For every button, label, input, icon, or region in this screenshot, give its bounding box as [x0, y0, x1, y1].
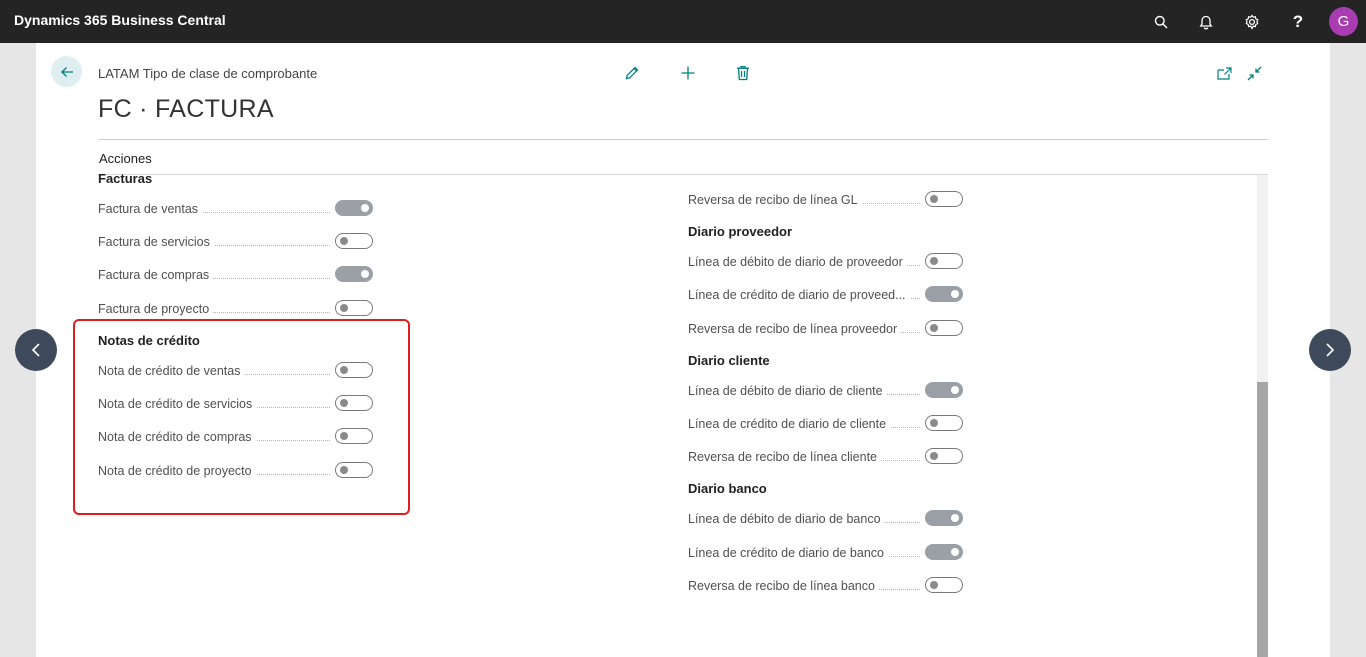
field-label: Reversa de recibo de línea GL: [688, 193, 862, 207]
field-debito-proveedor: Línea de débito de diario de proveedor: [688, 253, 963, 273]
toggle-knob: [930, 195, 938, 203]
content-divider: [98, 174, 1268, 175]
group-header-facturas: Facturas: [98, 171, 153, 186]
field-label: Línea de crédito de diario de banco: [688, 546, 888, 560]
field-reversa-gl: Reversa de recibo de línea GL: [688, 191, 963, 211]
field-label: Línea de crédito de diario de cliente: [688, 417, 891, 431]
group-header-banco: Diario banco: [688, 481, 767, 496]
delete-icon[interactable]: [733, 63, 753, 83]
field-label: Línea de débito de diario de proveedor: [688, 255, 907, 269]
toggle-knob: [951, 548, 959, 556]
previous-button[interactable]: [15, 329, 57, 371]
breadcrumb: LATAM Tipo de clase de comprobante: [98, 66, 318, 81]
arrow-left-icon: [60, 66, 73, 77]
field-credito-cliente: Línea de crédito de diario de cliente: [688, 415, 963, 435]
page-title: FC · FACTURA: [98, 95, 274, 123]
field-label: Línea de débito de diario de banco: [688, 512, 885, 526]
toggle-knob: [930, 581, 938, 589]
toggle-reversa-cliente[interactable]: [925, 448, 963, 464]
toggle-reversa-gl[interactable]: [925, 191, 963, 207]
field-factura-proyecto: Factura de proyecto: [98, 300, 373, 320]
toggle-debito-proveedor[interactable]: [925, 253, 963, 269]
field-reversa-proveedor: Reversa de recibo de línea proveedor: [688, 320, 963, 340]
scrollbar[interactable]: [1257, 175, 1268, 657]
field-debito-cliente: Línea de débito de diario de cliente: [688, 382, 963, 402]
gear-icon[interactable]: [1242, 12, 1262, 32]
chevron-right-icon: [1326, 343, 1335, 357]
field-label: Reversa de recibo de línea proveedor: [688, 322, 902, 336]
toggle-knob: [951, 386, 959, 394]
field-reversa-cliente: Reversa de recibo de línea cliente: [688, 448, 963, 468]
toggle-knob: [930, 257, 938, 265]
back-button[interactable]: [51, 56, 82, 87]
toggle-factura-ventas[interactable]: [335, 200, 373, 216]
collapse-icon[interactable]: [1244, 63, 1264, 83]
toggle-reversa-proveedor[interactable]: [925, 320, 963, 336]
field-label: Factura de ventas: [98, 202, 203, 216]
toggle-factura-proyecto[interactable]: [335, 300, 373, 316]
toggle-credito-proveedor[interactable]: [925, 286, 963, 302]
field-factura-servicios: Factura de servicios: [98, 233, 373, 253]
toggle-knob: [951, 514, 959, 522]
toggle-knob: [930, 419, 938, 427]
toggle-knob: [930, 324, 938, 332]
field-label: Nota de crédito de proyecto: [98, 464, 256, 478]
actions-menu[interactable]: Acciones: [99, 151, 152, 166]
toggle-reversa-banco[interactable]: [925, 577, 963, 593]
field-factura-ventas: Factura de ventas: [98, 200, 373, 220]
field-label: Nota de crédito de compras: [98, 430, 256, 444]
app-title[interactable]: Dynamics 365 Business Central: [14, 12, 226, 28]
toggle-knob: [951, 290, 959, 298]
avatar[interactable]: G: [1329, 7, 1358, 36]
help-icon[interactable]: ?: [1288, 12, 1308, 32]
field-label: Factura de proyecto: [98, 302, 214, 316]
edit-icon[interactable]: [622, 63, 642, 83]
next-button[interactable]: [1309, 329, 1351, 371]
toggle-factura-compras[interactable]: [335, 266, 373, 282]
toggle-factura-servicios[interactable]: [335, 233, 373, 249]
toggle-credito-cliente[interactable]: [925, 415, 963, 431]
toggle-knob: [361, 270, 369, 278]
group-header-cliente: Diario cliente: [688, 353, 770, 368]
scrollbar-thumb[interactable]: [1257, 382, 1268, 657]
field-label: Factura de compras: [98, 268, 214, 282]
field-label: Línea de débito de diario de cliente: [688, 384, 887, 398]
highlight-annotation: [73, 319, 410, 515]
field-label: Línea de crédito de diario de proveed...: [688, 288, 910, 302]
field-factura-compras: Factura de compras: [98, 266, 373, 286]
field-label: Nota de crédito de ventas: [98, 364, 245, 378]
field-label: Factura de servicios: [98, 235, 214, 249]
field-label: Reversa de recibo de línea cliente: [688, 450, 882, 464]
toggle-knob: [340, 304, 348, 312]
field-debito-banco: Línea de débito de diario de banco: [688, 510, 963, 530]
top-bar: Dynamics 365 Business Central ? G: [0, 0, 1366, 43]
field-credito-banco: Línea de crédito de diario de banco: [688, 544, 963, 564]
field-label: Reversa de recibo de línea banco: [688, 579, 879, 593]
add-icon[interactable]: [678, 63, 698, 83]
bell-icon[interactable]: [1196, 12, 1216, 32]
search-icon[interactable]: [1151, 12, 1171, 32]
toggle-knob: [930, 452, 938, 460]
group-header-proveedor: Diario proveedor: [688, 224, 793, 239]
toggle-knob: [361, 204, 369, 212]
field-label: Nota de crédito de servicios: [98, 397, 257, 411]
toggle-knob: [340, 237, 348, 245]
field-credito-proveedor: Línea de crédito de diario de proveed...: [688, 286, 963, 306]
toggle-debito-banco[interactable]: [925, 510, 963, 526]
field-reversa-banco: Reversa de recibo de línea banco: [688, 577, 963, 597]
toggle-debito-cliente[interactable]: [925, 382, 963, 398]
open-new-window-icon[interactable]: [1214, 63, 1234, 83]
header-divider: [98, 139, 1268, 140]
toggle-credito-banco[interactable]: [925, 544, 963, 560]
chevron-left-icon: [31, 343, 40, 357]
